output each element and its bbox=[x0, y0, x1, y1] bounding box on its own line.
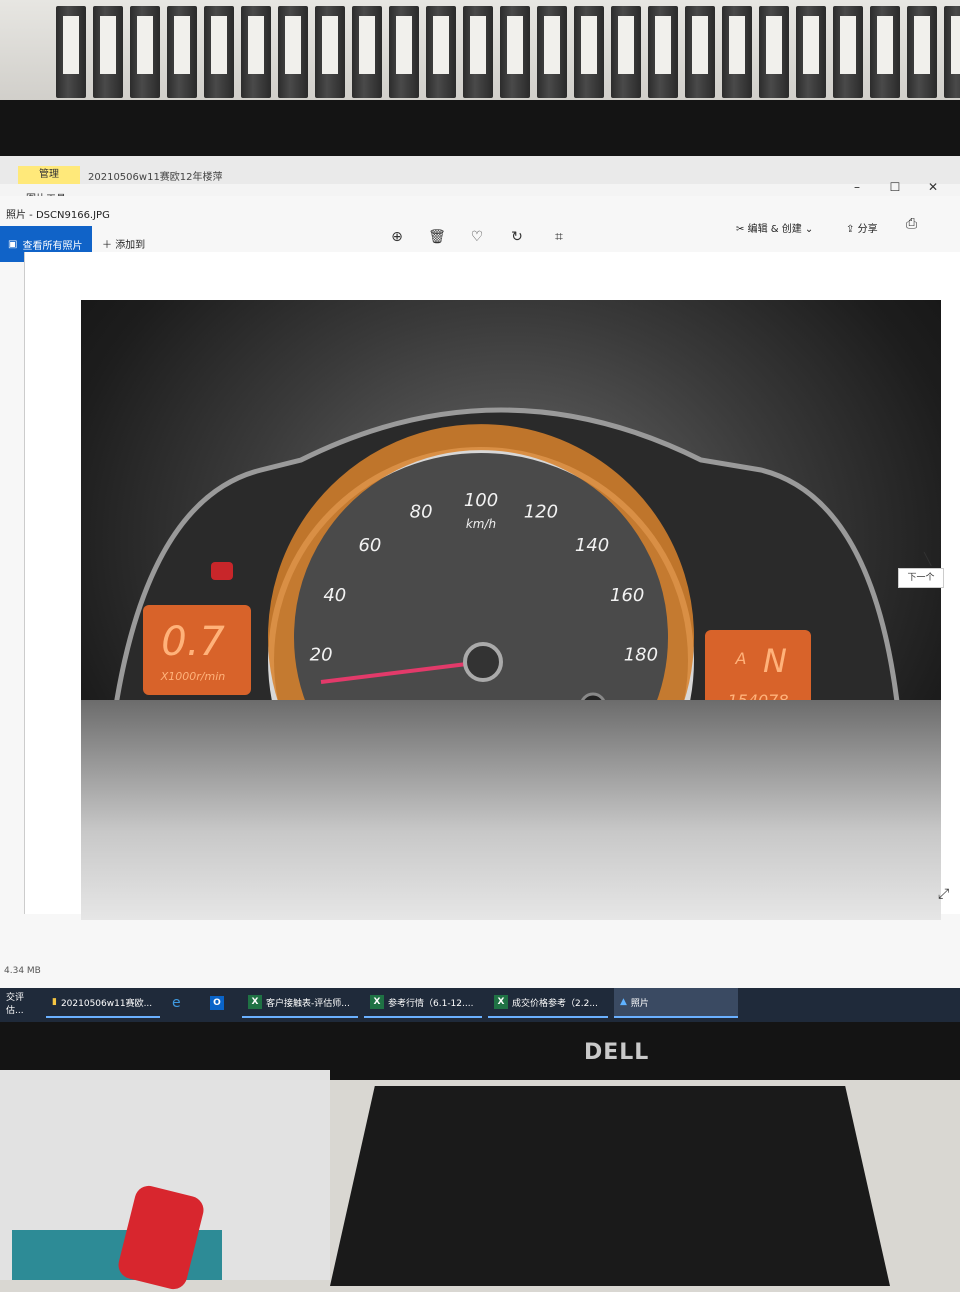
edge-icon[interactable]: e bbox=[166, 988, 196, 1018]
excel-document-title: 20210506w11赛欧12年楼萍 bbox=[88, 172, 223, 183]
taskbar-item-label: 交评估... bbox=[6, 993, 25, 1016]
window-title: 照片 - DSCN9166.JPG bbox=[6, 210, 110, 221]
tach-reading: 0.7 bbox=[161, 619, 225, 665]
add-to-label: 添加到 bbox=[115, 240, 146, 251]
excel-title-strip: 管理 20210506w11赛欧12年楼萍 bbox=[0, 156, 960, 184]
binder bbox=[93, 6, 123, 98]
binder bbox=[426, 6, 456, 98]
maximize-icon[interactable]: ☐ bbox=[876, 180, 914, 194]
close-icon[interactable]: ✕ bbox=[914, 180, 952, 194]
photo-icon: ▣ bbox=[8, 238, 18, 250]
folder-icon: ▮ bbox=[52, 997, 57, 1007]
favorite-icon[interactable]: ♡ bbox=[466, 226, 488, 248]
binder bbox=[389, 6, 419, 98]
binder bbox=[204, 6, 234, 98]
share-label: 分享 bbox=[857, 224, 878, 235]
crop-icon[interactable]: ⌗ bbox=[548, 226, 570, 248]
binder bbox=[241, 6, 271, 98]
print-icon[interactable]: ⎙ bbox=[906, 216, 917, 232]
photos-icon: ▲ bbox=[620, 997, 627, 1007]
delete-icon[interactable]: 🗑 bbox=[426, 226, 448, 248]
gear-indicator: N bbox=[763, 642, 787, 680]
binder bbox=[796, 6, 826, 98]
binder bbox=[574, 6, 604, 98]
speed-tick-label: 40 bbox=[323, 585, 346, 606]
taskbar-item[interactable]: X 参考行情（6.1-12.... bbox=[364, 988, 482, 1018]
speed-tick-label: 100 bbox=[464, 490, 498, 511]
taskbar-item[interactable]: X 成交价格参考（2.2... bbox=[488, 988, 608, 1018]
parking-brake-light bbox=[211, 562, 233, 580]
taskbar-item-label: 照片 bbox=[630, 998, 649, 1009]
binder bbox=[130, 6, 160, 98]
chevron-down-icon: ⌄ bbox=[804, 224, 814, 235]
binder bbox=[315, 6, 345, 98]
binder bbox=[759, 6, 789, 98]
edit-create-label: 编辑 & 创建 bbox=[747, 224, 802, 235]
taskbar-item[interactable]: ▲ 照片 bbox=[614, 988, 738, 1018]
needle-hub bbox=[463, 642, 503, 682]
view-all-label: 查看所有照片 bbox=[22, 240, 83, 252]
edit-icon: ✂ bbox=[736, 224, 745, 235]
next-tooltip: 下一个 bbox=[898, 568, 944, 588]
binder bbox=[278, 6, 308, 98]
excel-icon: X bbox=[494, 995, 508, 1009]
taskbar-item-label: 客户接触表-评估师... bbox=[266, 998, 350, 1009]
binder bbox=[870, 6, 900, 98]
background-shelf bbox=[0, 0, 960, 110]
speed-tick-label: 180 bbox=[624, 644, 658, 665]
monitor-stand bbox=[330, 1086, 890, 1286]
taskbar-item-label: 参考行情（6.1-12.... bbox=[388, 998, 474, 1009]
photos-app-window: 照片 - DSCN9166.JPG – ☐ ✕ ▣ 查看所有照片 ＋ 添加到 ⊕ 🗑… bbox=[0, 180, 960, 1016]
binder bbox=[833, 6, 863, 98]
speed-tick-label: 120 bbox=[524, 502, 558, 523]
excel-icon: X bbox=[248, 995, 262, 1009]
rotate-icon[interactable]: ↻ bbox=[506, 226, 528, 248]
binder bbox=[500, 6, 530, 98]
dashboard-lower-panel bbox=[81, 700, 941, 920]
taskbar-item-label: 成交价格参考（2.2... bbox=[512, 998, 598, 1009]
expand-icon[interactable]: ⤢ bbox=[938, 886, 949, 902]
binder bbox=[685, 6, 715, 98]
binder bbox=[167, 6, 197, 98]
binder bbox=[944, 6, 960, 98]
monitor-screen: 管理 20210506w11赛欧12年楼萍 图片工具 照片 - DSCN9166… bbox=[0, 156, 960, 1022]
binder bbox=[611, 6, 641, 98]
binder bbox=[56, 6, 86, 98]
binder bbox=[722, 6, 752, 98]
speed-tick-label: 80 bbox=[410, 502, 433, 523]
tach-unit: X1000r/min bbox=[160, 670, 226, 683]
zoom-icon[interactable]: ⊕ bbox=[386, 226, 408, 248]
excel-context-tab[interactable]: 管理 bbox=[18, 166, 80, 184]
share-button[interactable]: ⇪ 分享 bbox=[846, 220, 878, 235]
taskbar: 交评估... ▮ 20210506w11赛欧... e O X 客户接触表-评估… bbox=[0, 988, 960, 1022]
speed-tick-label: 20 bbox=[310, 644, 333, 665]
next-arrow-icon[interactable]: ╲ bbox=[924, 552, 931, 566]
add-to-button[interactable]: ＋ 添加到 bbox=[102, 236, 145, 251]
binder bbox=[352, 6, 382, 98]
outlook-icon[interactable]: O bbox=[204, 988, 234, 1018]
binder bbox=[537, 6, 567, 98]
binder bbox=[907, 6, 937, 98]
speed-tick-label: 160 bbox=[610, 585, 644, 606]
minimize-icon[interactable]: – bbox=[838, 180, 876, 194]
plus-icon: ＋ bbox=[102, 240, 112, 251]
speed-unit: km/h bbox=[466, 517, 496, 531]
excel-icon: X bbox=[370, 995, 384, 1009]
speed-tick-label: 140 bbox=[575, 535, 609, 556]
gear-mode: A bbox=[735, 649, 747, 668]
taskbar-item-label: 20210506w11赛欧... bbox=[60, 998, 153, 1009]
taskbar-item[interactable]: ▮ 20210506w11赛欧... bbox=[46, 988, 160, 1018]
monitor-logo: DELL bbox=[584, 1040, 650, 1065]
edit-create-button[interactable]: ✂ 编辑 & 创建 ⌄ bbox=[736, 220, 813, 235]
speed-tick-label: 60 bbox=[358, 535, 381, 556]
share-icon: ⇪ bbox=[846, 224, 855, 235]
image-viewer[interactable]: 020406080100120140160180200 km/h 0.7 X10… bbox=[24, 252, 960, 920]
window-controls: – ☐ ✕ bbox=[838, 180, 952, 194]
binder bbox=[648, 6, 678, 98]
file-size: 4.34 MB bbox=[4, 966, 41, 976]
taskbar-item[interactable]: X 客户接触表-评估师... bbox=[242, 988, 358, 1018]
taskbar-item[interactable]: 交评估... bbox=[0, 988, 40, 1018]
binder bbox=[463, 6, 493, 98]
